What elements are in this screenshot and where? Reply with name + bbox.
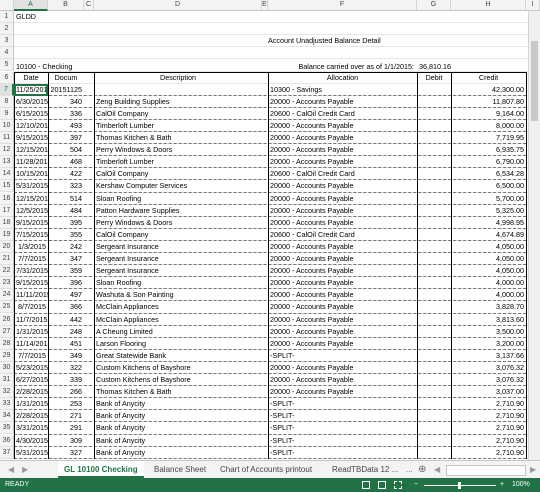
th-docum[interactable]: Docum bbox=[48, 72, 84, 84]
column-header-a[interactable]: A bbox=[14, 0, 48, 11]
row-header[interactable]: 36 bbox=[0, 434, 14, 447]
row-header[interactable]: 11 bbox=[0, 132, 14, 145]
column-header-b[interactable]: B bbox=[48, 0, 84, 11]
th-date[interactable]: Date bbox=[14, 72, 48, 84]
gridline bbox=[14, 58, 529, 60]
row-header[interactable]: 30 bbox=[0, 361, 14, 374]
table-border bbox=[48, 71, 49, 459]
row-header[interactable]: 21 bbox=[0, 253, 14, 266]
row-header[interactable]: 25 bbox=[0, 301, 14, 314]
tab-balance-sheet[interactable]: Balance Sheet bbox=[148, 461, 212, 478]
row-header[interactable]: 24 bbox=[0, 289, 14, 302]
row-header[interactable]: 13 bbox=[0, 156, 14, 169]
column-header-g[interactable]: G bbox=[417, 0, 451, 11]
row-header[interactable]: 18 bbox=[0, 216, 14, 229]
page-break-icon[interactable] bbox=[394, 481, 402, 489]
zoom-in-icon[interactable]: + bbox=[500, 478, 504, 492]
horizontal-scrollbar[interactable] bbox=[446, 465, 526, 476]
cell-a1[interactable]: GLDD bbox=[14, 11, 64, 23]
th-allocation[interactable]: Allocation bbox=[268, 72, 417, 84]
column-header-f[interactable]: F bbox=[268, 0, 417, 11]
column-header-h[interactable]: H bbox=[451, 0, 526, 11]
table-border bbox=[94, 71, 95, 459]
zoom-out-icon[interactable]: − bbox=[414, 478, 418, 492]
worksheet[interactable]: ABCDEFGHI 1 2 3 4 5 6 GLDD Account Unadjusted B… bbox=[0, 0, 540, 460]
status-bar: READY − + 100% bbox=[0, 478, 540, 492]
row-header[interactable]: 23 bbox=[0, 277, 14, 290]
row-header[interactable]: 15 bbox=[0, 180, 14, 193]
row-header[interactable]: 5 bbox=[0, 59, 14, 72]
vertical-scrollbar[interactable] bbox=[528, 11, 540, 460]
report-title[interactable]: Account Unadjusted Balance Detail bbox=[266, 35, 426, 47]
row-header[interactable]: 34 bbox=[0, 410, 14, 423]
sheet-tab-bar: ◀ ▶ GL 10100 Checking Balance Sheet Char… bbox=[0, 460, 540, 479]
row-header[interactable]: 8 bbox=[0, 95, 14, 108]
row-header[interactable]: 9 bbox=[0, 107, 14, 120]
row-header[interactable]: 2 bbox=[0, 23, 14, 36]
th-description[interactable]: Description bbox=[94, 72, 262, 84]
table-border bbox=[14, 71, 15, 459]
row-header[interactable]: 7 bbox=[0, 83, 14, 96]
row-header[interactable]: 17 bbox=[0, 204, 14, 217]
normal-view-icon[interactable] bbox=[362, 481, 370, 489]
scroll-thumb[interactable] bbox=[531, 41, 538, 121]
gridline bbox=[14, 22, 529, 24]
row-header[interactable]: 22 bbox=[0, 265, 14, 278]
row-header[interactable]: 14 bbox=[0, 168, 14, 181]
row-header[interactable]: 31 bbox=[0, 374, 14, 387]
table-border bbox=[268, 71, 269, 459]
table-top-border bbox=[14, 71, 526, 73]
hscroll-right-icon[interactable]: ▶ bbox=[524, 461, 540, 478]
table-border bbox=[451, 71, 452, 459]
row-header[interactable]: 35 bbox=[0, 422, 14, 435]
th-debit[interactable]: Debit bbox=[417, 72, 451, 84]
row-header[interactable]: 26 bbox=[0, 313, 14, 326]
th-credit[interactable]: Credit bbox=[451, 72, 526, 84]
table-border bbox=[417, 71, 418, 459]
row-header[interactable]: 20 bbox=[0, 240, 14, 253]
row-header[interactable]: 19 bbox=[0, 228, 14, 241]
row-header[interactable]: 28 bbox=[0, 337, 14, 350]
table-border bbox=[526, 71, 527, 459]
tab-gl-10100-checking[interactable]: GL 10100 Checking bbox=[58, 461, 144, 478]
hscroll-left-icon[interactable]: ◀ bbox=[428, 461, 446, 478]
row-header[interactable]: 32 bbox=[0, 386, 14, 399]
page-layout-icon[interactable] bbox=[378, 481, 386, 489]
row-header[interactable]: 3 bbox=[0, 35, 14, 48]
row-header[interactable]: 12 bbox=[0, 144, 14, 157]
row-header[interactable]: 10 bbox=[0, 119, 14, 132]
row-header[interactable]: 1 bbox=[0, 11, 14, 24]
tab-readtbdata[interactable]: ReadTBData 12 ... bbox=[326, 461, 404, 478]
column-header-i[interactable]: I bbox=[526, 0, 540, 11]
row-header[interactable]: 6 bbox=[0, 71, 14, 84]
status-ready: READY bbox=[5, 481, 30, 488]
row-header[interactable]: 29 bbox=[0, 349, 14, 362]
zoom-slider-thumb[interactable] bbox=[458, 482, 461, 489]
row-header[interactable]: 16 bbox=[0, 192, 14, 205]
row-header[interactable]: 4 bbox=[0, 47, 14, 60]
zoom-level[interactable]: 100% bbox=[512, 478, 530, 492]
row-header[interactable]: 37 bbox=[0, 446, 14, 459]
row-header[interactable]: 33 bbox=[0, 398, 14, 411]
next-sheet-icon[interactable]: ▶ bbox=[16, 461, 34, 478]
column-header-c[interactable]: C bbox=[84, 0, 94, 11]
row-header[interactable]: 27 bbox=[0, 325, 14, 338]
table-row-separator bbox=[14, 457, 526, 459]
tab-chart-of-accounts[interactable]: Chart of Accounts printout bbox=[214, 461, 318, 478]
active-cell-cursor[interactable] bbox=[14, 83, 48, 96]
column-header-d[interactable]: D bbox=[94, 0, 262, 11]
select-all-corner[interactable] bbox=[0, 0, 14, 11]
